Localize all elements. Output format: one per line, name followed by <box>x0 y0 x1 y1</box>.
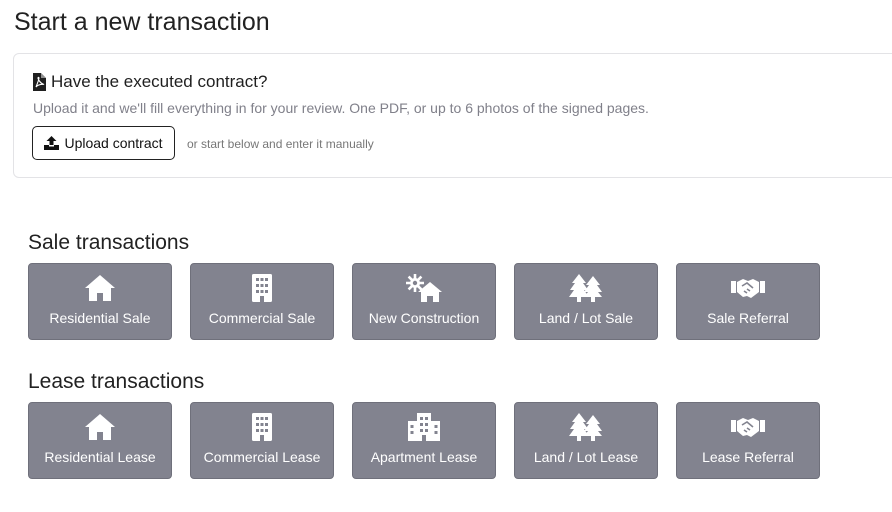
upload-icon <box>44 136 60 150</box>
tile-label: Land / Lot Sale <box>538 310 634 326</box>
tile-label: Commercial Lease <box>203 449 321 465</box>
commercial-sale-tile[interactable]: Commercial Sale <box>190 263 334 340</box>
upload-contract-label: Upload contract <box>64 135 163 151</box>
residential-sale-tile[interactable]: Residential Sale <box>28 263 172 340</box>
trees-icon <box>569 413 602 441</box>
gear-house-icon <box>406 274 442 302</box>
page-title: Start a new transaction <box>14 8 270 36</box>
sale-section-title: Sale transactions <box>28 231 190 254</box>
upload-contract-card: Have the executed contract? Upload it an… <box>13 53 892 178</box>
tile-label: Apartment Lease <box>370 449 478 465</box>
apartment-building-icon <box>408 413 440 441</box>
lease-section-title: Lease transactions <box>28 370 205 393</box>
upload-contract-button[interactable]: Upload contract <box>32 126 175 160</box>
house-icon <box>85 414 115 440</box>
tile-label: Land / Lot Lease <box>533 449 639 465</box>
land-lot-sale-tile[interactable]: Land / Lot Sale <box>514 263 658 340</box>
handshake-icon <box>731 418 765 437</box>
lease-referral-tile[interactable]: Lease Referral <box>676 402 820 479</box>
apartment-lease-tile[interactable]: Apartment Lease <box>352 402 496 479</box>
building-icon <box>252 413 272 441</box>
tile-label: Sale Referral <box>707 310 789 326</box>
house-icon <box>85 275 115 301</box>
tile-label: Lease Referral <box>702 449 794 465</box>
pdf-file-icon <box>33 73 46 91</box>
handshake-icon <box>731 279 765 298</box>
tile-label: Commercial Sale <box>208 310 316 326</box>
lease-tiles-row: Residential Lease Commercial Lease Apart… <box>28 402 820 479</box>
building-icon <box>252 274 272 302</box>
commercial-lease-tile[interactable]: Commercial Lease <box>190 402 334 479</box>
manual-entry-hint: or start below and enter it manually <box>187 137 374 151</box>
residential-lease-tile[interactable]: Residential Lease <box>28 402 172 479</box>
sale-tiles-row: Residential Sale Commercial Sale New Con… <box>28 263 820 340</box>
upload-card-title: Have the executed contract? <box>51 72 268 91</box>
tile-label: Residential Lease <box>44 449 156 465</box>
new-construction-tile[interactable]: New Construction <box>352 263 496 340</box>
tile-label: New Construction <box>368 310 480 326</box>
land-lot-lease-tile[interactable]: Land / Lot Lease <box>514 402 658 479</box>
tile-label: Residential Sale <box>49 310 151 326</box>
sale-referral-tile[interactable]: Sale Referral <box>676 263 820 340</box>
trees-icon <box>569 274 602 302</box>
upload-card-header: Have the executed contract? <box>32 72 267 92</box>
upload-card-subtitle: Upload it and we'll fill everything in f… <box>33 100 649 116</box>
